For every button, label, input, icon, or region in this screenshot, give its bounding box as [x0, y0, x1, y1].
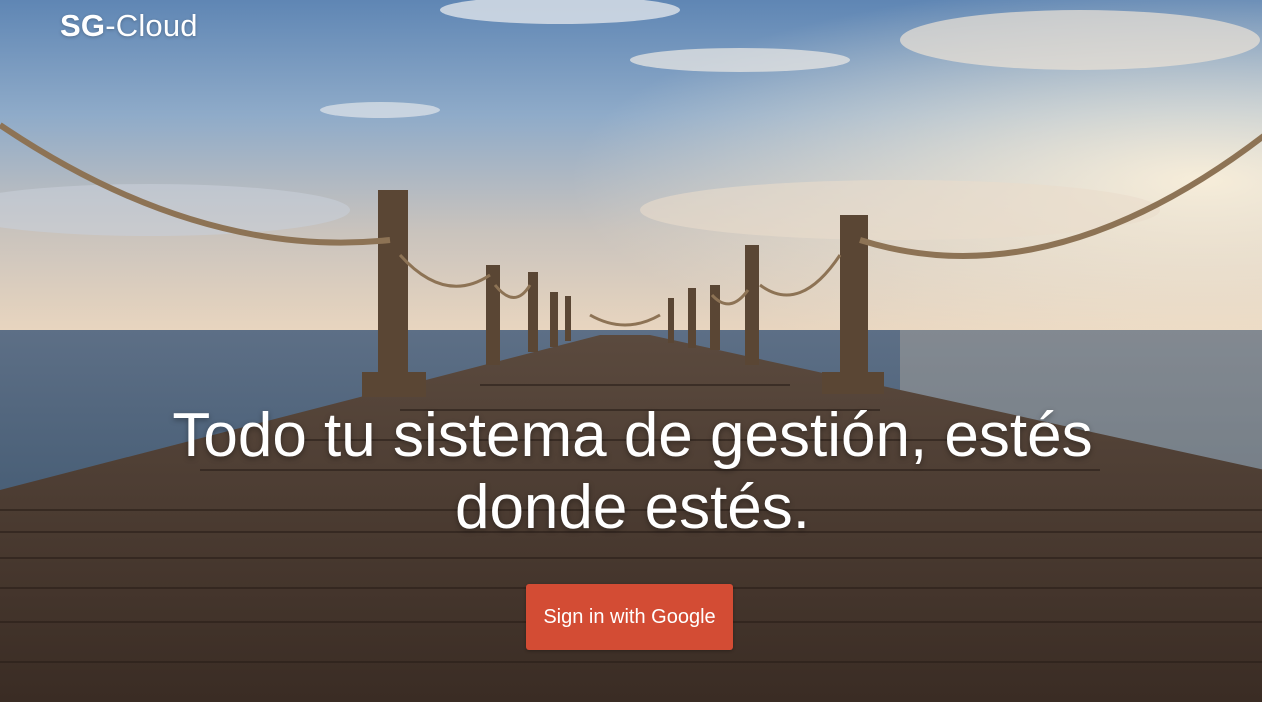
brand-logo-rest: -Cloud: [105, 8, 198, 43]
brand-logo[interactable]: SG-Cloud: [60, 6, 198, 46]
hero-headline-line-2: donde estés.: [454, 473, 811, 542]
sign-in-with-google-button[interactable]: Sign in with Google: [526, 584, 733, 650]
brand-logo-bold: SG: [60, 8, 106, 43]
hero-headline-line-1: Todo tu sistema de gestión, estés: [172, 401, 1093, 470]
hero-section: SG-Cloud Todo tu sistema de gestión, est…: [0, 0, 1265, 702]
hero-headline: Todo tu sistema de gestión, estés donde …: [0, 400, 1265, 544]
